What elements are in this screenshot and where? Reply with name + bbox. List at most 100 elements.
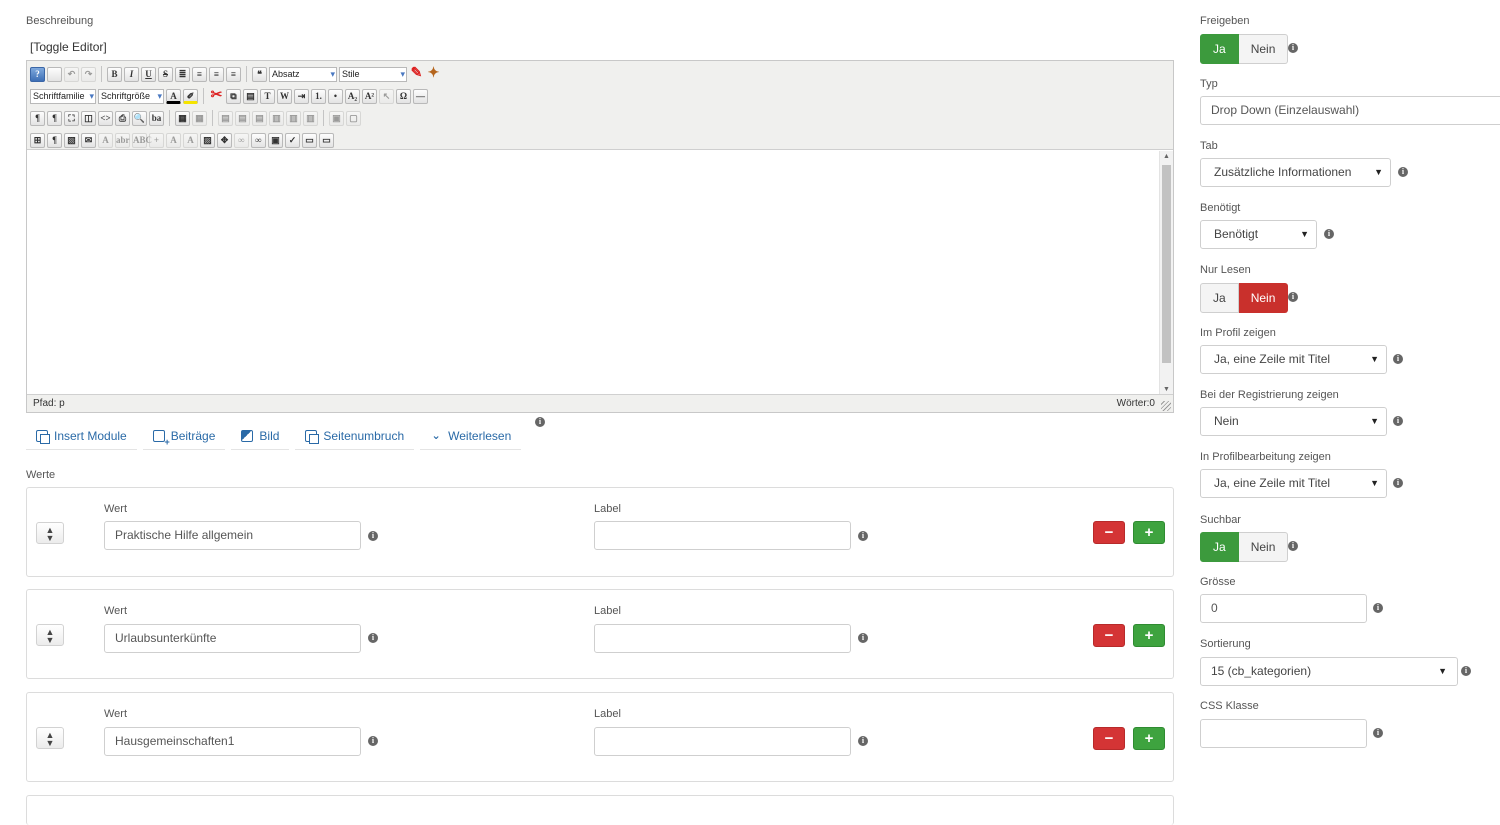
align-left-icon[interactable]: ≡: [209, 66, 224, 82]
visual-aid-icon[interactable]: ⊞: [30, 132, 45, 148]
registrierung-select[interactable]: Nein ▼: [1200, 407, 1387, 436]
blockquote-icon[interactable]: ❝: [252, 66, 267, 82]
show-blocks-icon[interactable]: ¶: [47, 132, 62, 148]
help-icon[interactable]: ?: [30, 66, 45, 82]
format-select[interactable]: Absatz: [269, 66, 337, 82]
groesse-input[interactable]: 0: [1200, 594, 1367, 623]
strikethrough-icon[interactable]: S: [158, 66, 173, 82]
nur-lesen-yes-button[interactable]: Ja: [1200, 283, 1239, 313]
table-props-icon[interactable]: ▦: [192, 110, 207, 126]
editor-scrollbar[interactable]: ▲ ▼: [1159, 151, 1173, 395]
remove-row-button[interactable]: −: [1093, 727, 1125, 750]
tab-select[interactable]: Zusätzliche Informationen ▼: [1200, 158, 1391, 187]
underline-icon[interactable]: U: [141, 66, 156, 82]
highlight-icon[interactable]: ✐: [183, 88, 198, 104]
cursor-icon[interactable]: ↖: [379, 88, 394, 104]
readmore-button[interactable]: ⌄ Weiterlesen: [420, 422, 522, 450]
text-color-icon[interactable]: A: [166, 88, 181, 104]
undo-icon[interactable]: ↶: [64, 66, 79, 82]
source-code-icon[interactable]: <>: [98, 110, 113, 126]
row-before-icon[interactable]: ▤: [218, 110, 233, 126]
info-icon[interactable]: i: [1373, 728, 1383, 738]
cut-icon[interactable]: ✂: [209, 88, 224, 104]
css-klasse-input[interactable]: [1200, 719, 1367, 748]
italic-icon[interactable]: I: [124, 66, 139, 82]
sort-handle-icon[interactable]: ▲ ▼: [36, 727, 64, 749]
articles-button[interactable]: Beiträge: [142, 422, 226, 450]
align-right-icon[interactable]: ≡: [226, 66, 241, 82]
style-select[interactable]: Stile: [339, 66, 407, 82]
preview-icon[interactable]: ◫: [81, 110, 96, 126]
info-icon[interactable]: i: [1288, 292, 1298, 302]
info-icon[interactable]: i: [368, 531, 378, 541]
hr-icon[interactable]: ▭: [302, 132, 317, 148]
font-family-select[interactable]: Schriftfamilie: [30, 88, 96, 104]
info-icon[interactable]: i: [858, 736, 868, 746]
label-input[interactable]: [594, 727, 851, 756]
info-icon[interactable]: i: [858, 633, 868, 643]
unlink-icon[interactable]: ∞: [234, 132, 249, 148]
remove-row-button[interactable]: −: [1093, 521, 1125, 544]
insert-table-icon[interactable]: ▦: [175, 110, 190, 126]
acronym-icon[interactable]: ABC: [132, 132, 152, 148]
image-icon[interactable]: ▣: [268, 132, 283, 148]
info-icon[interactable]: i: [1288, 541, 1298, 551]
suchbar-yes-button[interactable]: Ja: [1200, 532, 1239, 562]
new-document-icon[interactable]: [47, 66, 62, 82]
toggle-editor-link[interactable]: [Toggle Editor]: [30, 40, 107, 54]
freigeben-no-button[interactable]: Nein: [1238, 34, 1289, 64]
link-icon[interactable]: ∞: [251, 132, 266, 148]
value-input[interactable]: Praktische Hilfe allgemein: [104, 521, 361, 550]
fullscreen-icon[interactable]: ⛶: [64, 110, 79, 126]
align-center-icon[interactable]: ≡: [192, 66, 207, 82]
scroll-up-icon[interactable]: ▲: [1163, 153, 1170, 160]
col-before-icon[interactable]: ▥: [269, 110, 284, 126]
info-icon[interactable]: i: [368, 633, 378, 643]
align-justify-icon[interactable]: ≣: [175, 66, 190, 82]
special-char-icon[interactable]: Ω: [396, 88, 411, 104]
add-row-button[interactable]: +: [1133, 521, 1165, 544]
font-size-select[interactable]: Schriftgröße: [98, 88, 164, 104]
add-row-button[interactable]: +: [1133, 624, 1165, 647]
del-icon[interactable]: A: [166, 132, 181, 148]
copy-icon[interactable]: ⧉: [226, 88, 241, 104]
scroll-thumb[interactable]: [1162, 165, 1171, 363]
eraser-icon[interactable]: ✎: [409, 66, 424, 82]
freigeben-yes-button[interactable]: Ja: [1200, 34, 1239, 64]
info-icon[interactable]: i: [1393, 478, 1403, 488]
suchbar-no-button[interactable]: Nein: [1238, 532, 1289, 562]
abbr-icon[interactable]: abr: [115, 132, 130, 148]
info-icon[interactable]: i: [1461, 666, 1471, 676]
print-icon[interactable]: ⎙: [115, 110, 130, 126]
info-icon[interactable]: i: [1288, 43, 1298, 53]
ins-icon[interactable]: +: [149, 132, 164, 148]
editor-content-area[interactable]: ▲ ▼: [27, 151, 1173, 395]
bold-icon[interactable]: B: [107, 66, 122, 82]
scroll-down-icon[interactable]: ▼: [1163, 386, 1170, 393]
unordered-list-icon[interactable]: •: [328, 88, 343, 104]
ordered-list-icon[interactable]: 1.: [311, 88, 326, 104]
info-icon[interactable]: i: [1398, 167, 1408, 177]
row-after-icon[interactable]: ▤: [235, 110, 250, 126]
im-profil-select[interactable]: Ja, eine Zeile mit Titel ▼: [1200, 345, 1387, 374]
label-input[interactable]: [594, 624, 851, 653]
sort-handle-icon[interactable]: ▲ ▼: [36, 522, 64, 544]
email-icon[interactable]: ✉: [81, 132, 96, 148]
info-icon[interactable]: i: [1393, 354, 1403, 364]
info-icon[interactable]: i: [1393, 416, 1403, 426]
sort-handle-icon[interactable]: ▲ ▼: [36, 624, 64, 646]
paste-icon[interactable]: ▤: [243, 88, 258, 104]
spellcheck-icon[interactable]: ✓: [285, 132, 300, 148]
replace-icon[interactable]: ba: [149, 110, 164, 126]
ltr-icon[interactable]: ¶: [30, 110, 45, 126]
merge-cells-icon[interactable]: ▣: [329, 110, 344, 126]
cite-icon[interactable]: A: [98, 132, 113, 148]
pagebreak-button[interactable]: Seitenumbruch: [295, 422, 415, 450]
attribs-icon[interactable]: A: [183, 132, 198, 148]
info-icon[interactable]: i: [1373, 603, 1383, 613]
add-row-button[interactable]: +: [1133, 727, 1165, 750]
col-after-icon[interactable]: ▥: [286, 110, 301, 126]
cleanup-icon[interactable]: ✦: [426, 66, 441, 82]
remove-row-button[interactable]: −: [1093, 624, 1125, 647]
move-icon[interactable]: ✥: [217, 132, 232, 148]
